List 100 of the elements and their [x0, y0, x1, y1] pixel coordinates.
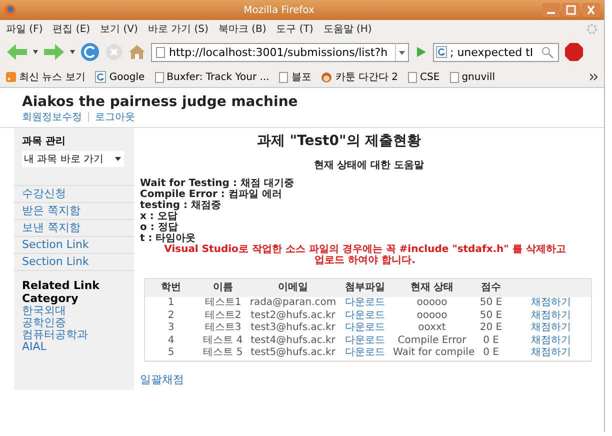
- stop-sign-icon[interactable]: [564, 42, 584, 62]
- search-icon[interactable]: [540, 45, 556, 59]
- download-link[interactable]: 다운로드: [337, 297, 393, 310]
- go-arrow-icon[interactable]: [414, 45, 428, 59]
- address-field[interactable]: http://localhost:3001/submissions/list?h: [151, 42, 409, 62]
- feed-icon: [6, 72, 16, 82]
- related-link[interactable]: 컴퓨터공학과: [14, 329, 134, 341]
- notice-text: 업로드 하여야 합니다.: [314, 255, 416, 266]
- header-link[interactable]: 회원정보수정: [22, 110, 82, 124]
- table-cell-text: ooooo: [416, 310, 448, 322]
- table-cell-text: 테스트3: [204, 322, 242, 334]
- page-title: 과제 "Test0"의 제출현황: [256, 132, 422, 150]
- bulk-grade-link[interactable]: 일괄채점: [140, 372, 598, 386]
- sidebar-link[interactable]: 보낸 쪽지함: [14, 220, 134, 237]
- forward-arrow-icon[interactable]: [43, 43, 65, 61]
- table-cell-text: ooxxt: [417, 322, 447, 334]
- table-cell-text: 50 E: [478, 310, 504, 322]
- sidebar-link[interactable]: Section Link: [14, 254, 134, 271]
- legend-line: testing : 채점중: [140, 200, 222, 211]
- page-icon: [154, 72, 164, 82]
- table-cell-text: test2@hufs.ac.kr: [250, 310, 336, 322]
- menu-item[interactable]: 도구 (T): [276, 22, 314, 36]
- table-cell-text: ooooo: [416, 297, 448, 310]
- reload-icon[interactable]: [80, 42, 100, 62]
- dropdown-arrow-icon[interactable]: [70, 50, 75, 54]
- table-cell-text: 테스트 4: [202, 334, 244, 347]
- site-title: Aiakos the pairness judge machine: [22, 94, 299, 110]
- grade-link[interactable]: 채점하기: [511, 297, 591, 310]
- dropdown-arrow-icon[interactable]: [33, 50, 38, 54]
- legend-line: Compile Error : 컴파일 에러: [140, 189, 283, 200]
- sidebar-link[interactable]: 받은 쪽지함: [14, 203, 134, 220]
- bookmark-item[interactable]: 카툰 다간다 2: [321, 70, 398, 84]
- help-title: 현재 상태에 대한 도움말: [312, 159, 426, 172]
- grade-link[interactable]: 채점하기: [511, 322, 591, 334]
- column-header: 이메일: [277, 281, 309, 295]
- back-arrow-icon[interactable]: [6, 43, 28, 61]
- close-icon[interactable]: [582, 3, 600, 17]
- search-engine-icon: [95, 71, 106, 83]
- bookmark-item[interactable]: Google: [95, 71, 145, 83]
- menu-item[interactable]: 북마크 (B): [218, 22, 266, 36]
- sidebar-heading: 과목 관리: [21, 135, 66, 148]
- bookmark-item[interactable]: Buxfer: Track Your ...: [154, 72, 270, 82]
- table-cell-text: 50 E: [478, 297, 504, 310]
- menu-item[interactable]: 바로 가기 (S): [148, 22, 208, 36]
- table-cell-text: 1: [166, 297, 176, 310]
- download-link[interactable]: 다운로드: [337, 310, 393, 322]
- window-title: Mozilla Firefox: [242, 4, 316, 16]
- header-link[interactable]: 로그아웃: [95, 110, 135, 124]
- bookmark-item[interactable]: 최신 뉴스 보기: [6, 70, 86, 84]
- download-link[interactable]: 다운로드: [337, 347, 393, 360]
- grade-link[interactable]: 채점하기: [511, 334, 591, 347]
- table-cell-text: 20 E: [478, 322, 504, 334]
- column-header: 현재 상태: [409, 281, 455, 295]
- menu-item[interactable]: 편집 (E): [52, 22, 90, 36]
- related-link[interactable]: 공학인증: [14, 317, 134, 329]
- download-link[interactable]: 다운로드: [337, 322, 393, 334]
- notice-text: Visual Studio로 작업한 소스 파일의 경우에는 꼭 #include "stdafx.h" 를 삭제하고: [163, 244, 567, 255]
- page-icon: [450, 72, 459, 82]
- bookmark-item[interactable]: CSE: [408, 72, 440, 82]
- table-cell-text: 5: [166, 347, 176, 360]
- related-link[interactable]: 한국외대: [14, 305, 134, 317]
- globe-icon: [4, 4, 16, 16]
- sidebar-link[interactable]: 수강신청: [14, 186, 134, 203]
- page-icon: [279, 72, 288, 82]
- column-header: 점수: [480, 281, 502, 295]
- legend-line: o : 정답: [140, 222, 179, 233]
- table-cell-text: test3@hufs.ac.kr: [250, 322, 336, 334]
- table-cell-text: 0 E: [482, 334, 500, 347]
- grade-link[interactable]: 채점하기: [511, 310, 591, 322]
- bookmark-item[interactable]: gnuvill: [450, 72, 495, 82]
- course-select[interactable]: 내 과목 바로 가기: [22, 151, 124, 167]
- menu-item[interactable]: 파일 (F): [6, 22, 43, 36]
- table-cell-text: 테스트 5: [202, 347, 244, 360]
- table-cell-text: 테스트1: [204, 297, 242, 310]
- menu-item[interactable]: 도움말 (H): [323, 22, 372, 36]
- table-cell-text: test5@hufs.ac.kr: [250, 347, 336, 360]
- home-icon[interactable]: [128, 43, 146, 61]
- table-cell: rada@paran.com: [249, 297, 337, 310]
- table-cell-text: 테스트2: [204, 310, 242, 322]
- menu-item[interactable]: 보기 (V): [100, 22, 138, 36]
- search-field[interactable]: ; unexpected tI: [433, 42, 559, 62]
- column-header: 학번: [160, 281, 182, 295]
- bookmark-item[interactable]: 블포: [279, 70, 312, 84]
- table-cell-text: Compile Error: [396, 334, 468, 347]
- table-cell-text: 4: [166, 334, 176, 347]
- page-icon: [156, 46, 165, 58]
- maximize-icon[interactable]: [562, 3, 580, 17]
- sidebar-heading: Related Link Category: [21, 278, 100, 305]
- chevron-icon[interactable]: [590, 73, 598, 81]
- dropdown-arrow-icon: [114, 155, 122, 163]
- download-link[interactable]: 다운로드: [337, 334, 393, 347]
- page-icon: [408, 72, 418, 82]
- grade-link[interactable]: 채점하기: [511, 347, 591, 360]
- table-cell-text: test4@hufs.ac.kr: [250, 334, 336, 347]
- related-link[interactable]: AIAL: [14, 341, 134, 353]
- dropdown-arrow-icon[interactable]: [395, 43, 408, 61]
- legend-line: t : 타임아웃: [140, 233, 197, 244]
- minimize-icon[interactable]: [542, 3, 560, 17]
- column-header: 첨부파일: [344, 281, 386, 295]
- sidebar-link[interactable]: Section Link: [14, 237, 134, 254]
